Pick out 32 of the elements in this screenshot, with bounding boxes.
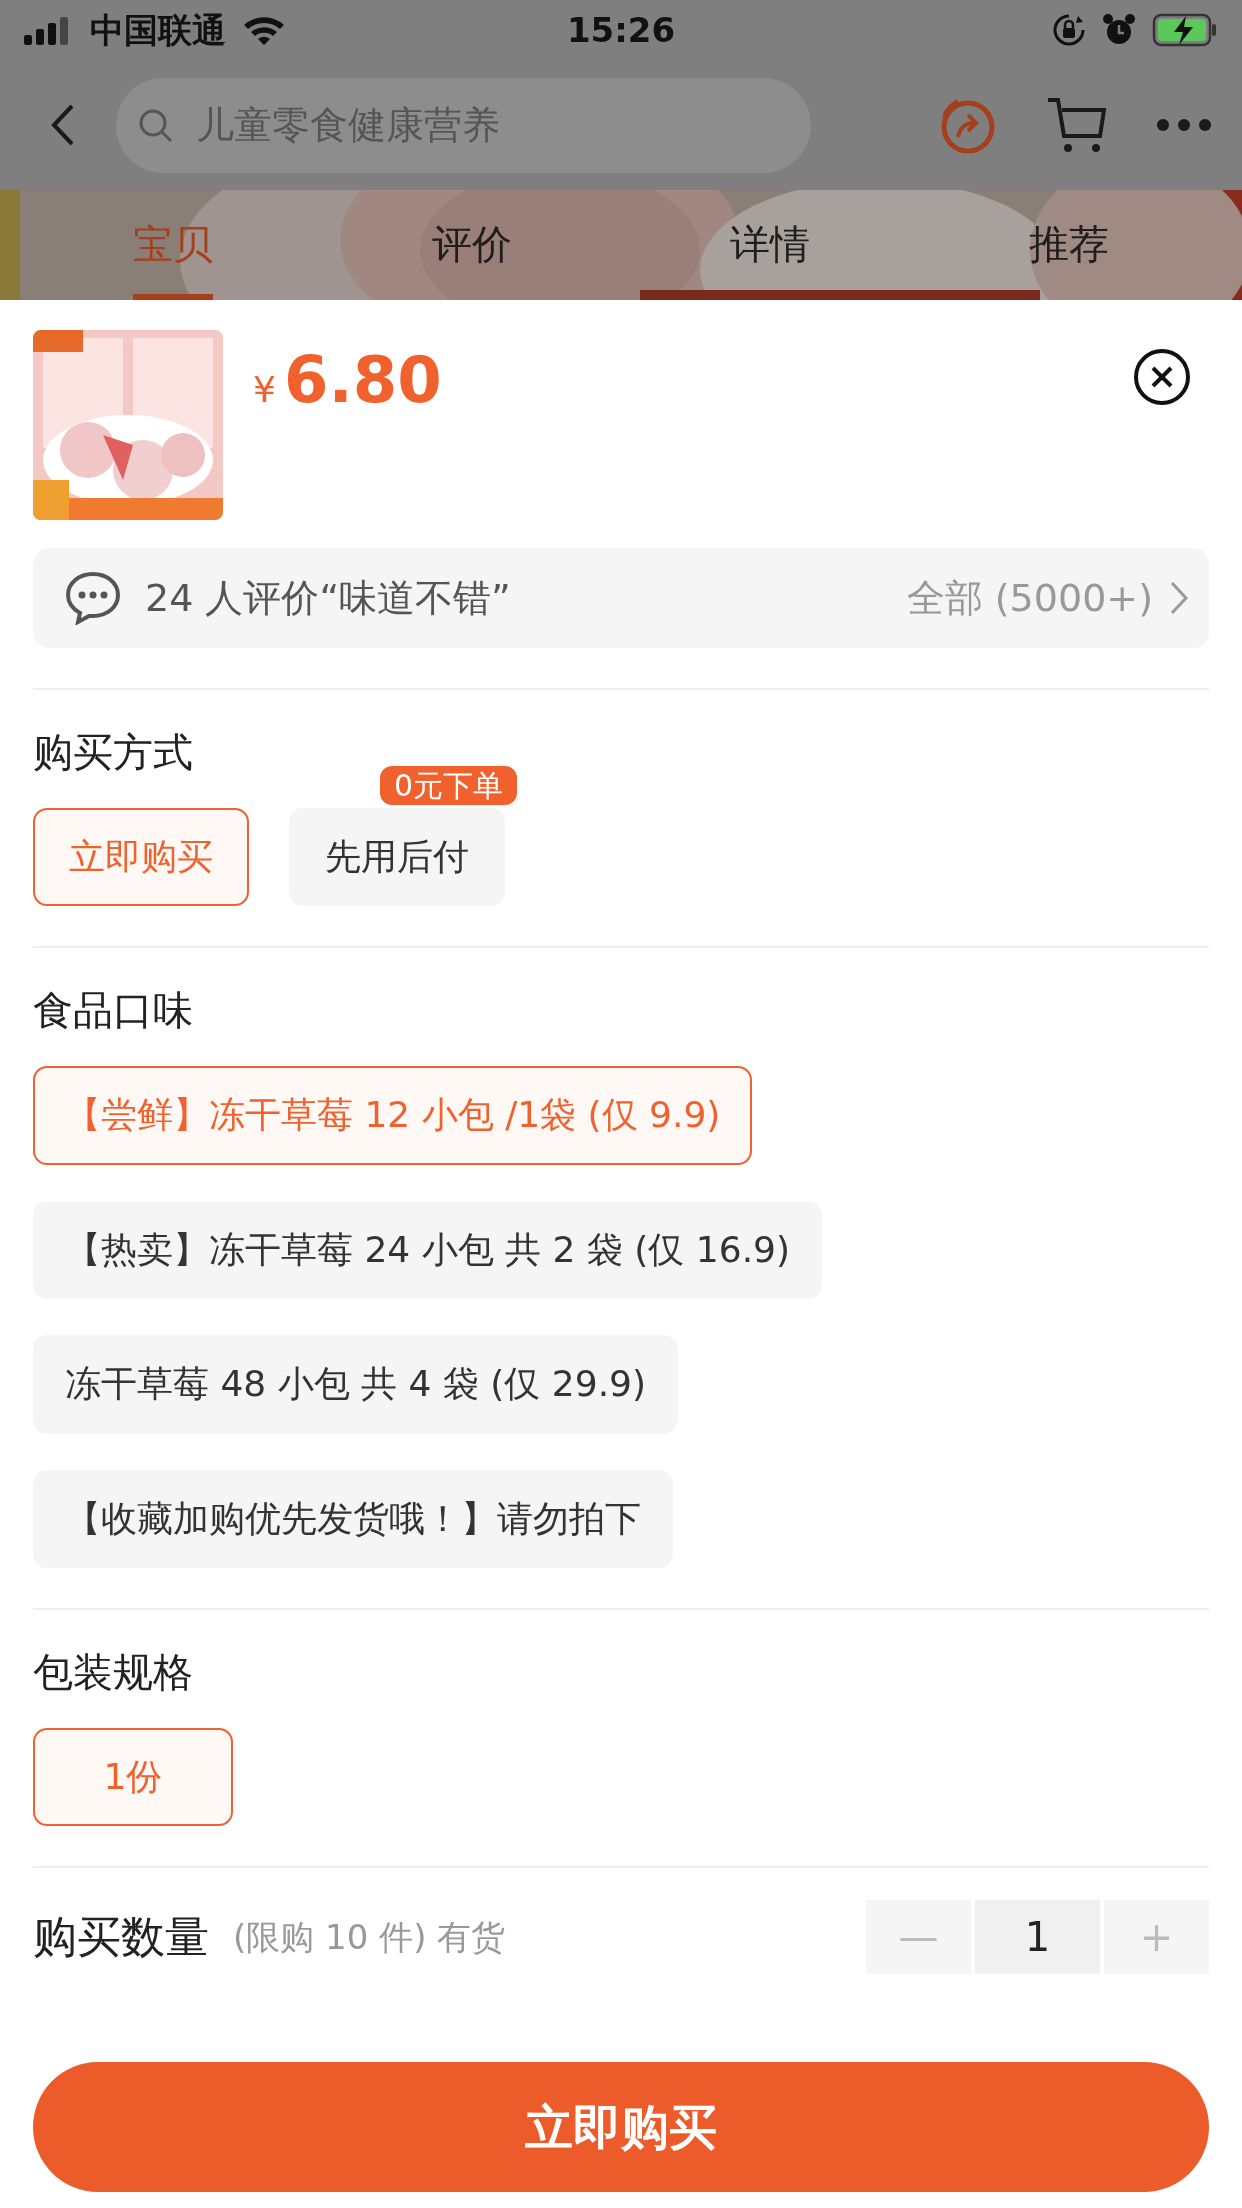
carrier-name: 中国联通	[90, 8, 226, 52]
review-bar[interactable]: 24 人评价“味道不错” 全部 (5000+)	[33, 548, 1209, 648]
quantity-label: 购买数量	[33, 1910, 209, 1965]
promo-badge: 0元下单	[377, 764, 519, 807]
section-title: 包装规格	[33, 1647, 194, 1697]
all-reviews-count: 全部 (5000+)	[906, 574, 1153, 622]
option-button[interactable]: 先用后付	[289, 808, 505, 907]
review-summary: 24 人评价“味道不错”	[145, 574, 511, 622]
clock-time: 15:26	[566, 8, 676, 52]
alarm-icon	[1102, 13, 1136, 47]
quantity-field[interactable]: 1	[975, 1900, 1100, 1975]
more-icon[interactable]	[1156, 118, 1212, 132]
chat-icon	[65, 571, 121, 625]
rotation-lock-icon	[1052, 13, 1086, 47]
option-button[interactable]: 冻干草莓 48 小包 共 4 袋 (仅 29.9)	[33, 1335, 679, 1434]
option-button[interactable]: 【尝鲜】冻干草莓 12 小包 /1袋 (仅 9.9)	[33, 1066, 753, 1165]
chevron-right-icon	[1169, 580, 1189, 616]
section-title: 购买方式	[33, 728, 194, 777]
battery-icon	[1152, 13, 1218, 47]
option-button[interactable]: 1份	[33, 1727, 233, 1827]
wifi-icon	[242, 14, 286, 46]
close-icon[interactable]	[1133, 348, 1191, 406]
option-button[interactable]: 【收藏加购优先发货哦！】请勿拍下	[33, 1469, 673, 1568]
price: 6.80	[283, 348, 442, 412]
search-field[interactable]: 儿童零食健康营养	[116, 77, 811, 173]
purchase-limit-note: (限购 10 件) 有货	[233, 1915, 506, 1959]
currency-symbol: ¥	[253, 368, 276, 412]
buy-now-button[interactable]: 立即购买	[33, 2062, 1209, 2193]
section-title: 食品口味	[33, 986, 194, 1036]
option-button[interactable]: 【热卖】冻干草莓 24 小包 共 2 袋 (仅 16.9)	[33, 1200, 823, 1300]
option-button[interactable]: 立即购买	[33, 808, 249, 907]
back-icon[interactable]	[50, 103, 76, 147]
